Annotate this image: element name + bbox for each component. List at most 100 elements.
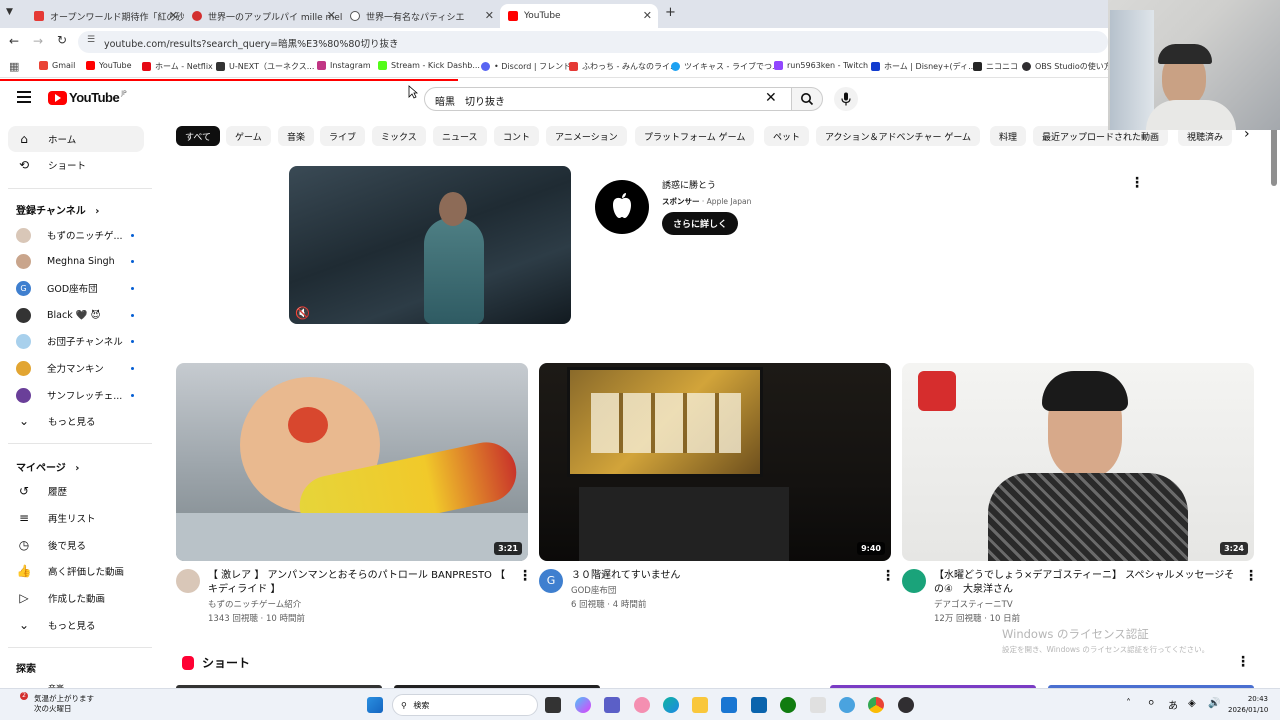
sidebar-item-subscription[interactable]: お団子チャンネル — [8, 328, 144, 354]
menu-icon[interactable] — [17, 91, 31, 103]
bookmark-instagram[interactable]: Instagram — [317, 61, 371, 70]
search-button[interactable] — [791, 87, 823, 111]
video-thumbnail[interactable]: 3:24 — [902, 363, 1254, 561]
sidebar-item-subscription[interactable]: Meghna Singh — [8, 248, 144, 274]
bookmark-kick[interactable]: Stream - Kick Dashb... — [378, 61, 480, 70]
channel-avatar[interactable]: G — [539, 569, 563, 593]
subscriptions-heading[interactable]: 登録チャンネル › — [16, 202, 99, 217]
chip-game[interactable]: ゲーム — [226, 126, 271, 146]
shorts-more-options-icon[interactable]: ⋮ — [1236, 654, 1250, 670]
xbox-icon[interactable] — [780, 697, 796, 713]
chip-music[interactable]: 音楽 — [278, 126, 315, 146]
volume-icon[interactable]: 🔊 — [1208, 698, 1220, 709]
search-input[interactable]: 暗黒 切り抜き ✕ — [424, 87, 792, 111]
bookmark-youtube[interactable]: YouTube — [86, 61, 132, 70]
chip-action-adventure[interactable]: アクション＆アドベンチャー ゲーム — [816, 126, 981, 146]
chip-live[interactable]: ライブ — [320, 126, 366, 146]
learn-more-button[interactable]: さらに詳しく — [662, 212, 739, 235]
obs-icon[interactable] — [898, 697, 914, 713]
outlook-icon[interactable] — [751, 697, 767, 713]
task-view-icon[interactable] — [545, 697, 561, 713]
windows-start-icon[interactable] — [367, 697, 383, 713]
bookmark-netflix[interactable]: ホーム - Netflix — [142, 61, 213, 72]
voice-search-button[interactable] — [834, 87, 858, 111]
reload-icon[interactable]: ↻ — [57, 33, 67, 47]
video-title[interactable]: 【水曜どうでしょう×デアゴスティーニ】 スペシャルメッセージその④ 大泉洋さん — [934, 569, 1240, 597]
bookmark-unext[interactable]: U-NEXT（ユーネクス... — [216, 61, 314, 72]
channel-name[interactable]: もずのニッチゲーム紹介 — [208, 598, 301, 613]
chip-comedy[interactable]: コント — [494, 126, 540, 146]
teams-icon[interactable] — [604, 697, 620, 713]
network-icon[interactable]: ◈ — [1188, 698, 1196, 709]
browser-tab-youtube[interactable]: YouTube ✕ — [500, 4, 658, 28]
app-icon[interactable] — [634, 697, 650, 713]
page-scrollbar[interactable] — [1271, 126, 1277, 186]
bookmark-twitch[interactable]: run5963ken - Twitch — [774, 61, 868, 70]
bookmark-disney[interactable]: ホーム | Disney+(ディ... — [871, 61, 976, 72]
chip-news[interactable]: ニュース — [433, 126, 487, 146]
browser-tab-2[interactable]: 世界一のアップルパイ mille mele ✕ — [184, 4, 342, 28]
ad-video-thumbnail[interactable]: 🔇 — [289, 166, 571, 324]
clock[interactable]: 20:43 2026/01/10 — [1228, 694, 1268, 716]
advertiser-avatar[interactable] — [595, 180, 649, 234]
channel-avatar[interactable] — [176, 569, 200, 593]
notepad-icon[interactable] — [810, 697, 826, 713]
tab-close-icon[interactable]: ✕ — [485, 9, 494, 22]
sidebar-item-subscription[interactable]: もずのニッチゲ... — [8, 222, 144, 248]
sidebar-item-subscription[interactable]: G GOD座布団 — [8, 275, 144, 301]
forward-icon[interactable]: → — [33, 34, 43, 48]
video-more-options-icon[interactable]: ⋮ — [518, 568, 532, 584]
chip-mix[interactable]: ミックス — [372, 126, 426, 146]
chip-cooking[interactable]: 料理 — [990, 126, 1027, 146]
bookmark-niconico[interactable]: ニコニコ — [973, 61, 1018, 72]
chip-animation[interactable]: アニメーション — [546, 126, 627, 146]
video-thumbnail[interactable]: 3:21 — [176, 363, 528, 561]
store-icon[interactable] — [721, 697, 737, 713]
sidebar-item-history[interactable]: ↺ 履歴 — [8, 478, 144, 504]
bookmark-gmail[interactable]: Gmail — [39, 61, 75, 70]
chip-pets[interactable]: ペット — [764, 126, 810, 146]
clear-search-icon[interactable]: ✕ — [765, 90, 777, 106]
ad-title[interactable]: 誘惑に勝とう — [662, 178, 716, 191]
video-title[interactable]: 【 激レア 】 アンパンマンとおそらのパトロール BANPRESTO 【 キディ… — [208, 569, 508, 597]
channel-name[interactable]: デアゴスティーニTV — [934, 598, 1013, 613]
ime-indicator[interactable]: あ — [1168, 697, 1178, 712]
sidebar-item-your-videos[interactable]: ▷ 作成した動画 — [8, 585, 144, 611]
chip-all[interactable]: すべて — [176, 126, 221, 146]
muted-icon[interactable]: 🔇 — [295, 306, 310, 320]
sidebar-item-shorts[interactable]: ⟲ ショート — [8, 152, 144, 178]
tab-close-icon[interactable]: ✕ — [643, 9, 652, 22]
video-title[interactable]: ３０階遅れてすいません — [571, 569, 871, 583]
video-more-options-icon[interactable]: ⋮ — [1244, 568, 1258, 584]
tab-list-dropdown[interactable]: ▼ — [6, 7, 20, 21]
tab-close-icon[interactable]: ✕ — [169, 9, 178, 22]
sidebar-item-subscription[interactable]: 全力マンキン — [8, 355, 144, 381]
channel-avatar[interactable] — [902, 569, 926, 593]
sidebar-show-more-you[interactable]: ⌄ もっと見る — [8, 612, 144, 638]
sidebar-show-more-subscriptions[interactable]: ⌄ もっと見る — [8, 408, 144, 434]
sidebar-item-home[interactable]: ⌂ ホーム — [8, 126, 144, 152]
site-info-icon[interactable]: ☰ — [87, 35, 95, 45]
sidebar-item-liked-videos[interactable]: 👍 高く評価した動画 — [8, 558, 144, 584]
new-tab-button[interactable]: + — [665, 5, 676, 20]
ad-more-options-icon[interactable]: ⋮ — [1130, 175, 1144, 191]
app-icon[interactable] — [839, 697, 855, 713]
taskbar-search-box[interactable]: ⚲ 検索 — [392, 694, 538, 716]
sidebar-item-watch-later[interactable]: ◷ 後で見る — [8, 532, 144, 558]
sidebar-item-playlists[interactable]: ≡ 再生リスト — [8, 505, 144, 531]
edge-icon[interactable] — [663, 697, 679, 713]
bookmark-fuwatch[interactable]: ふわっち - みんなのライ... — [569, 61, 678, 72]
address-bar[interactable]: ☰ youtube.com/results?search_query=暗黒%E3… — [78, 31, 1108, 53]
copilot-icon[interactable] — [575, 697, 591, 713]
back-icon[interactable]: ← — [9, 34, 19, 48]
sidebar-item-subscription[interactable]: Black 🖤 😈 — [8, 302, 144, 328]
channel-name[interactable]: GOD座布団 — [571, 584, 616, 599]
sidebar-item-subscription[interactable]: サンフレッチェ... — [8, 382, 144, 408]
file-explorer-icon[interactable] — [692, 697, 708, 713]
bookmark-obs[interactable]: OBS Studioの使い方... — [1022, 61, 1119, 72]
youtube-logo[interactable]: YouTube JP — [48, 90, 127, 105]
bookmark-twitcasting[interactable]: ツイキャス - ライブでつ... — [671, 61, 780, 72]
bookmark-discord[interactable]: • Discord | フレンド — [481, 61, 571, 72]
microphone-icon[interactable]: ⚪ — [1147, 698, 1155, 709]
chip-platform-game[interactable]: プラットフォーム ゲーム — [635, 126, 755, 146]
